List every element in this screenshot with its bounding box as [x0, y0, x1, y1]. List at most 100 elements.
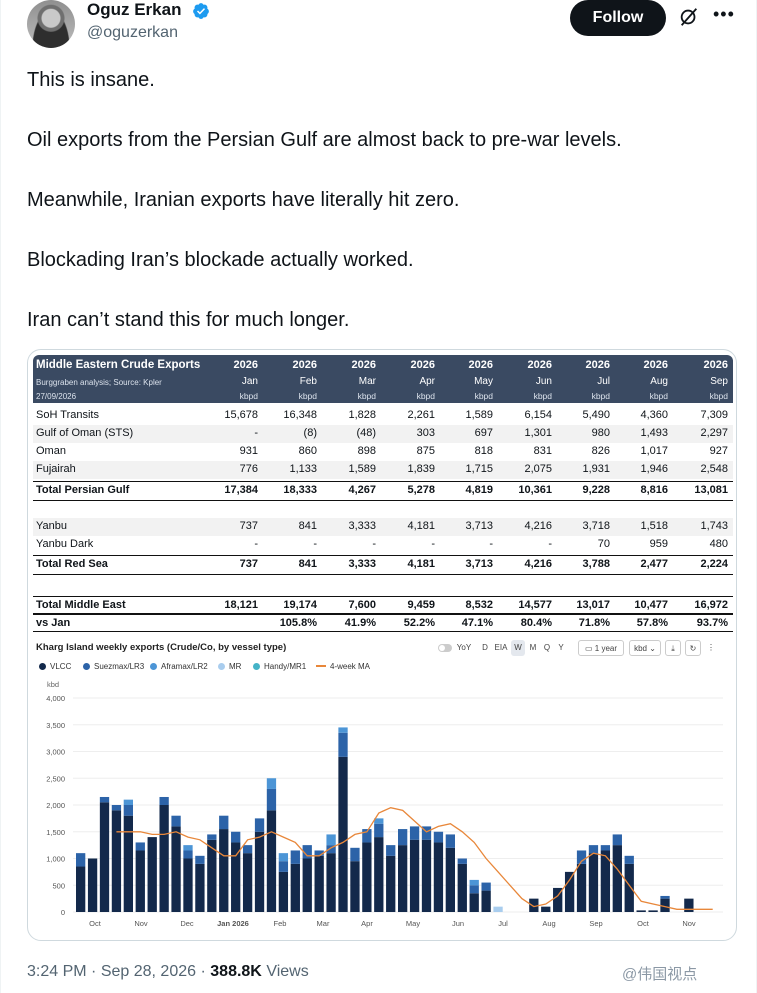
- table-cell: -: [254, 427, 258, 439]
- table-cell: 4,267: [348, 484, 376, 496]
- grok-icon[interactable]: [678, 6, 700, 28]
- header-unit-cell: kbpd: [239, 391, 258, 401]
- bar-vlcc: [278, 871, 289, 913]
- table-row: Fujairah 776 1,133 1,589 1,839 1,715 2,075 1,93…: [33, 461, 733, 479]
- table-cell: 47.1%: [461, 617, 493, 629]
- bar-suezmax-lr3: [338, 732, 348, 757]
- bar-vlcc: [254, 831, 265, 912]
- table-cell: 4,181: [407, 520, 435, 532]
- bar-vlcc: [135, 850, 145, 912]
- table-cell: 13,017: [576, 599, 610, 611]
- author-name[interactable]: Oguz Erkan: [87, 0, 181, 20]
- avatar[interactable]: [27, 0, 75, 48]
- table-cell: 841: [298, 558, 317, 570]
- bar-vlcc: [219, 829, 229, 912]
- y-tick-label: 500: [52, 881, 65, 890]
- table-cell: 480: [709, 538, 728, 550]
- bar-vlcc: [421, 839, 432, 912]
- table-cell: 6,154: [524, 409, 552, 421]
- follow-button[interactable]: Follow: [570, 0, 666, 36]
- bar-vlcc: [362, 842, 372, 912]
- row-label: Gulf of Oman (STS): [36, 427, 134, 439]
- meta-separator: ·: [91, 963, 101, 980]
- table-source: Burggraben analysis; Source: Kpler: [36, 378, 162, 387]
- date[interactable]: Sep 28, 2026: [101, 963, 196, 980]
- table-cell: 3,788: [582, 558, 610, 570]
- table-cell: 931: [239, 445, 258, 457]
- bar-vlcc: [612, 845, 622, 913]
- bar-suezmax-lr3: [123, 805, 133, 816]
- verified-badge-icon: [193, 3, 209, 19]
- table-cell: 9,459: [407, 599, 435, 611]
- views-count: 388.8K: [210, 963, 262, 980]
- row-label: Yanbu Dark: [36, 538, 94, 550]
- table-cell: 13,081: [694, 484, 728, 496]
- header-month-cell: Jul: [597, 376, 610, 387]
- header-year-cell: 2026: [527, 359, 552, 371]
- bar-suezmax-lr3: [135, 842, 145, 851]
- bar-suezmax-lr3: [171, 815, 181, 827]
- table-cell: 303: [416, 427, 435, 439]
- bar-aframax-lr2: [183, 845, 193, 851]
- bar-vlcc: [266, 810, 277, 912]
- x-tick-label: Oct: [637, 919, 650, 928]
- header-month-cell: Feb: [299, 376, 317, 387]
- y-tick-label: 1,500: [46, 828, 65, 837]
- table-cell: 1,017: [640, 445, 668, 457]
- table-cell: 831: [533, 445, 552, 457]
- table-cell: (8): [303, 427, 317, 439]
- bar-suezmax-lr3: [612, 834, 622, 846]
- header-year-cell: 2026: [233, 359, 258, 371]
- table-cell: 10,361: [518, 484, 552, 496]
- bar-suezmax-lr3: [99, 796, 110, 803]
- bar-suezmax-lr3: [374, 823, 384, 838]
- table-cell: 818: [474, 445, 493, 457]
- bar-suezmax-lr3: [386, 845, 396, 856]
- watermark: @伟国视点: [622, 966, 698, 983]
- y-tick-label: 4,000: [46, 694, 65, 703]
- table-cell: 16,972: [694, 599, 728, 611]
- table-cell: 7,309: [700, 409, 728, 421]
- bar-vlcc: [314, 855, 324, 912]
- bar-suezmax-lr3: [207, 834, 217, 840]
- bar-vlcc: [445, 847, 455, 912]
- bar-suezmax-lr3: [350, 847, 360, 862]
- bar-vlcc: [564, 871, 575, 913]
- header-month-cell: Aug: [650, 376, 668, 387]
- x-tick-label: Sep: [589, 919, 602, 928]
- table-row: vs Jan 105.8% 41.9% 52.2% 47.1% 80.4% 71.8% 57.…: [33, 614, 733, 632]
- bar-suezmax-lr3: [457, 858, 467, 864]
- table-cell: 927: [709, 445, 728, 457]
- row-label: Oman: [36, 445, 66, 457]
- table-cell: 18,333: [283, 484, 317, 496]
- table-cell: 1,133: [289, 463, 317, 475]
- table-cell: 105.8%: [279, 617, 317, 629]
- table-cell: 70: [597, 538, 610, 550]
- more-options-icon[interactable]: •••: [713, 4, 735, 25]
- table-cell: 5,490: [582, 409, 610, 421]
- tweet-meta: 3:24 PM · Sep 28, 2026 · 388.8K Views: [27, 963, 309, 981]
- bar-vlcc: [469, 893, 479, 912]
- x-tick-label: Dec: [180, 919, 194, 928]
- table-cell: 4,819: [465, 484, 493, 496]
- x-tick-label: Nov: [682, 919, 696, 928]
- header-month-cell: May: [474, 376, 493, 387]
- chart-plot: 0 500 1,000 1,500 2,000 2,500 3,000 3,500 4,000 O…: [46, 694, 723, 928]
- header-year-cell: 2026: [585, 359, 610, 371]
- table-cell: 3,713: [465, 558, 493, 570]
- row-label: Total Persian Gulf: [36, 484, 130, 496]
- header-year-cell: 2026: [292, 359, 317, 371]
- author-handle[interactable]: @oguzerkan: [87, 24, 178, 42]
- header-unit-cell: kbpd: [649, 391, 668, 401]
- table-cell: 1,493: [640, 427, 668, 439]
- header-unit-cell: kbpd: [357, 391, 376, 401]
- bar-suezmax-lr3: [278, 861, 289, 872]
- bar-vlcc: [648, 910, 658, 912]
- timestamp[interactable]: 3:24 PM: [27, 963, 87, 980]
- bar-suezmax-lr3: [290, 850, 300, 864]
- bar-suezmax-lr3: [409, 826, 420, 840]
- bar-vlcc: [588, 853, 599, 912]
- header-unit-cell: kbpd: [533, 391, 552, 401]
- attached-image[interactable]: Middle Eastern Crude Exports Burggraben …: [27, 349, 737, 941]
- header-month-cell: Apr: [419, 376, 435, 387]
